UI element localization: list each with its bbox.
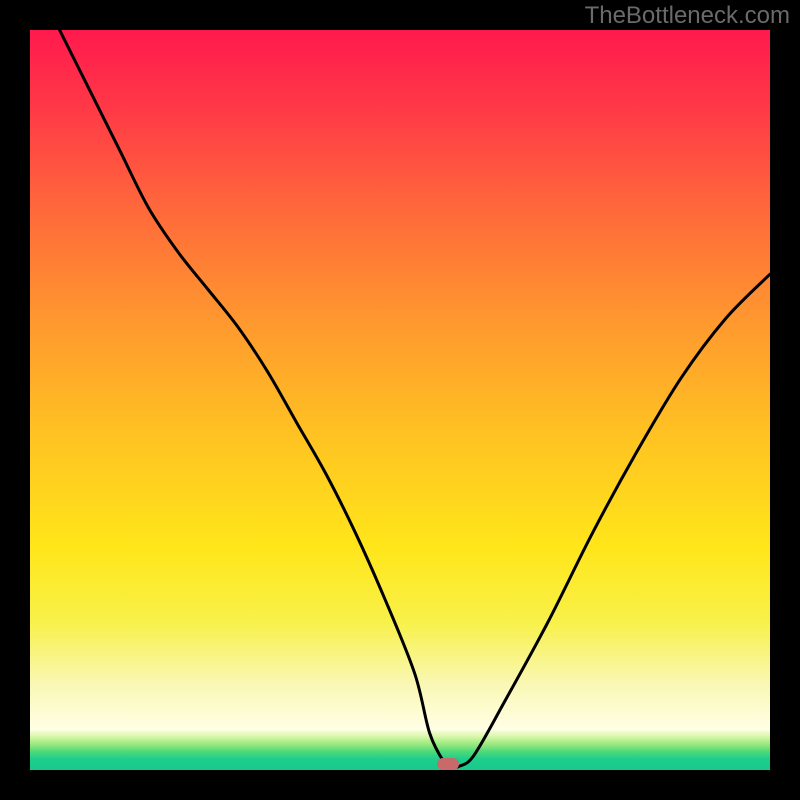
chart-container: TheBottleneck.com <box>0 0 800 800</box>
bottleneck-curve <box>30 30 770 770</box>
optimal-point-marker <box>437 758 459 770</box>
chart-area <box>30 30 770 770</box>
watermark-text: TheBottleneck.com <box>585 2 790 30</box>
